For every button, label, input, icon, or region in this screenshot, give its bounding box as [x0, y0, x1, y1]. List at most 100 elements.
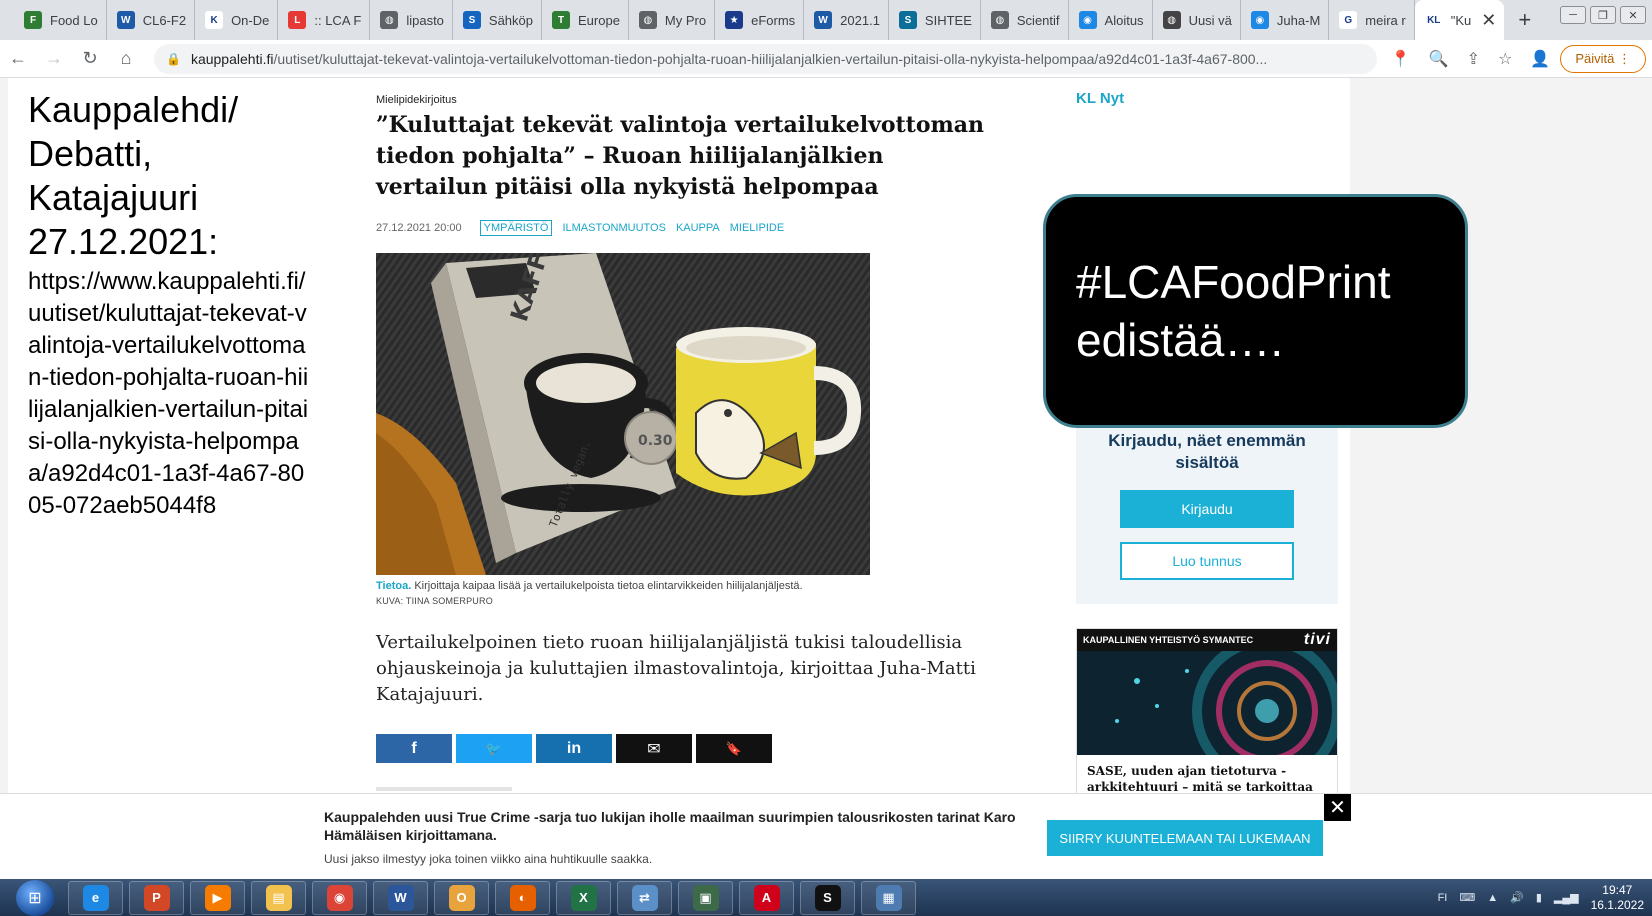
- browser-tab[interactable]: T Europe: [542, 0, 629, 40]
- tray-expand-icon[interactable]: ▲: [1487, 892, 1498, 904]
- tag-kauppa[interactable]: KAUPPA: [676, 222, 720, 234]
- tag-mielipide[interactable]: MIELIPIDE: [730, 222, 784, 234]
- kl-nyt-heading[interactable]: KL Nyt: [1076, 90, 1124, 107]
- browser-tab[interactable]: ◍ Scientif: [981, 0, 1069, 40]
- article-ingress: Vertailukelpoinen tieto ruoan hiilijalan…: [376, 632, 976, 705]
- taskbar-app-skype-business[interactable]: S: [800, 880, 855, 915]
- browser-tab[interactable]: ◍ Uusi vä: [1153, 0, 1241, 40]
- update-browser-button[interactable]: Päivitä ⋮: [1560, 44, 1646, 73]
- taskbar-apps: e P ▶ ▤ ◉ W O ◐ X ⇄ ▣ A S ▦: [68, 880, 916, 915]
- tab-title: Sähköp: [488, 12, 533, 28]
- linkedin-icon: in: [566, 739, 582, 757]
- browser-tab[interactable]: W 2021.1: [804, 0, 889, 40]
- language-indicator[interactable]: FI: [1438, 892, 1448, 904]
- new-tab-button[interactable]: +: [1518, 7, 1531, 33]
- windows-taskbar: ⊞ e P ▶ ▤ ◉ W O ◐ X ⇄ ▣ A S ▦ FI ⌨ ▲ 🔊 ▮ ▂▄▆ 19:47 16…: [0, 879, 1652, 916]
- taskbar-app-word[interactable]: W: [373, 880, 428, 915]
- browser-tab[interactable]: ◍ My Pro: [629, 0, 716, 40]
- tab-title: meira r: [1365, 12, 1406, 28]
- bookmark-star-icon[interactable]: ☆: [1498, 49, 1512, 69]
- login-button[interactable]: Kirjaudu: [1120, 490, 1294, 528]
- browser-tab[interactable]: L:: LCA F: [278, 0, 371, 40]
- browser-tab[interactable]: ◉ Juha-M: [1241, 0, 1330, 40]
- share-linkedin-button[interactable]: in: [536, 734, 612, 763]
- minimize-icon[interactable]: ─: [1560, 6, 1586, 24]
- forward-icon[interactable]: →: [36, 48, 72, 69]
- tab-title: Scientif: [1016, 12, 1060, 28]
- annotation-title: Kauppalehdi/ Debatti, Katajajuuri 27.12.…: [28, 89, 239, 262]
- tab-title: eForms: [751, 12, 796, 28]
- tab-title: 2021.1: [840, 12, 880, 28]
- photo-illustration: KAFFE 0.30 Totally vegan.: [376, 253, 870, 575]
- browser-tab[interactable]: S SIHTEE: [889, 0, 981, 40]
- taskbar-app-internet-explorer[interactable]: e: [68, 880, 123, 915]
- tab-close-icon[interactable]: ✕: [1481, 10, 1496, 31]
- taskbar-app-remote-tool[interactable]: ⇄: [617, 880, 672, 915]
- article-meta: 27.12.2021 20:00 YMPÄRISTÖ ILMASTONMUUTO…: [376, 220, 784, 236]
- save-article-button[interactable]: 🔖: [696, 734, 772, 763]
- page-viewport: Kauppalehdi/ Debatti, Katajajuuri 27.12.…: [0, 78, 1652, 879]
- location-icon[interactable]: 📍: [1391, 49, 1411, 69]
- restore-icon[interactable]: ❐: [1590, 6, 1616, 24]
- profile-avatar-icon[interactable]: 👤: [1530, 49, 1550, 69]
- skype-business-icon: S: [814, 884, 841, 911]
- share-twitter-button[interactable]: 🐦: [456, 734, 532, 763]
- taskbar-app-powerpoint[interactable]: P: [129, 880, 184, 915]
- clock-time: 19:47: [1602, 882, 1633, 897]
- taskbar-app-chrome[interactable]: ◉: [312, 880, 367, 915]
- browser-tab[interactable]: K On-De: [195, 0, 279, 40]
- zoom-icon[interactable]: 🔍: [1429, 49, 1449, 69]
- firefox-icon: ◐: [509, 884, 536, 911]
- browser-tab[interactable]: F Food Lo: [14, 0, 107, 40]
- taskbar-app-file-explorer[interactable]: ▤: [251, 880, 306, 915]
- tab-favicon-icon: KL: [1424, 11, 1443, 29]
- browser-tab[interactable]: W CL6-F2: [107, 0, 196, 40]
- banner-close-button[interactable]: ✕: [1324, 794, 1351, 821]
- url-path: /uutiset/kuluttajat-tekevat-valintoja-ve…: [273, 50, 1268, 67]
- bookmark-icon: 🔖: [725, 740, 743, 756]
- start-button[interactable]: ⊞: [16, 879, 54, 916]
- tag-ymparisto[interactable]: YMPÄRISTÖ: [479, 220, 553, 236]
- lock-icon[interactable]: 🔒: [166, 52, 181, 66]
- media-player-icon: ▶: [204, 884, 231, 911]
- taskbar-app-image-viewer[interactable]: ▦: [861, 880, 916, 915]
- browser-tab[interactable]: KL "Ku ✕: [1414, 0, 1505, 40]
- ad-header: KAUPALLINEN YHTEISTYÖ SYMANTEC tivi: [1077, 629, 1337, 651]
- email-icon: ✉: [647, 740, 661, 758]
- taskbar-app-acrobat[interactable]: A: [739, 880, 794, 915]
- close-window-icon[interactable]: ✕: [1620, 6, 1646, 24]
- browser-tab[interactable]: ★ eForms: [715, 0, 805, 40]
- tab-favicon-icon: W: [116, 11, 135, 29]
- tag-ilmastonmuutos[interactable]: ILMASTONMUUTOS: [562, 222, 666, 234]
- ad-label: KAUPALLINEN YHTEISTYÖ SYMANTEC: [1083, 635, 1254, 645]
- reload-icon[interactable]: ↻: [72, 48, 108, 69]
- network-icon[interactable]: ▂▄▆: [1554, 891, 1579, 904]
- clock[interactable]: 19:47 16.1.2022: [1591, 883, 1644, 913]
- taskbar-app-media-player[interactable]: ▶: [190, 880, 245, 915]
- browser-tab[interactable]: S Sähköp: [453, 0, 542, 40]
- tab-favicon-icon: W: [814, 11, 833, 29]
- share-email-button[interactable]: ✉: [616, 734, 692, 763]
- keyboard-icon[interactable]: ⌨: [1459, 891, 1475, 904]
- browser-tab[interactable]: ◉ Aloitus: [1069, 0, 1153, 40]
- tab-title: Europe: [578, 12, 620, 28]
- taskbar-app-firefox[interactable]: ◐: [495, 880, 550, 915]
- tab-favicon-icon: ◍: [638, 11, 657, 29]
- taskbar-app-outlook[interactable]: O: [434, 880, 489, 915]
- browser-tab[interactable]: ◍ lipasto: [370, 0, 453, 40]
- url-input[interactable]: 🔒 kauppalehti.fi/uutiset/kuluttajat-teke…: [154, 43, 1377, 74]
- caption-lead: Tietoa.: [376, 580, 412, 592]
- share-icon[interactable]: ⇪: [1467, 49, 1480, 69]
- tab-title: :: LCA F: [314, 12, 362, 28]
- battery-icon[interactable]: ▮: [1536, 891, 1542, 904]
- taskbar-app-desktop-app[interactable]: ▣: [678, 880, 733, 915]
- banner-cta-button[interactable]: SIIRRY KUUNTELEMAAN TAI LUKEMAAN: [1047, 820, 1323, 856]
- register-button[interactable]: Luo tunnus: [1120, 542, 1294, 580]
- home-icon[interactable]: ⌂: [108, 48, 144, 69]
- browser-tab[interactable]: Gmeira r: [1329, 0, 1415, 40]
- share-bar: f 🐦 in ✉ 🔖: [376, 734, 772, 763]
- volume-icon[interactable]: 🔊: [1510, 891, 1524, 904]
- taskbar-app-excel[interactable]: X: [556, 880, 611, 915]
- share-facebook-button[interactable]: f: [376, 734, 452, 763]
- back-icon[interactable]: ←: [0, 48, 36, 69]
